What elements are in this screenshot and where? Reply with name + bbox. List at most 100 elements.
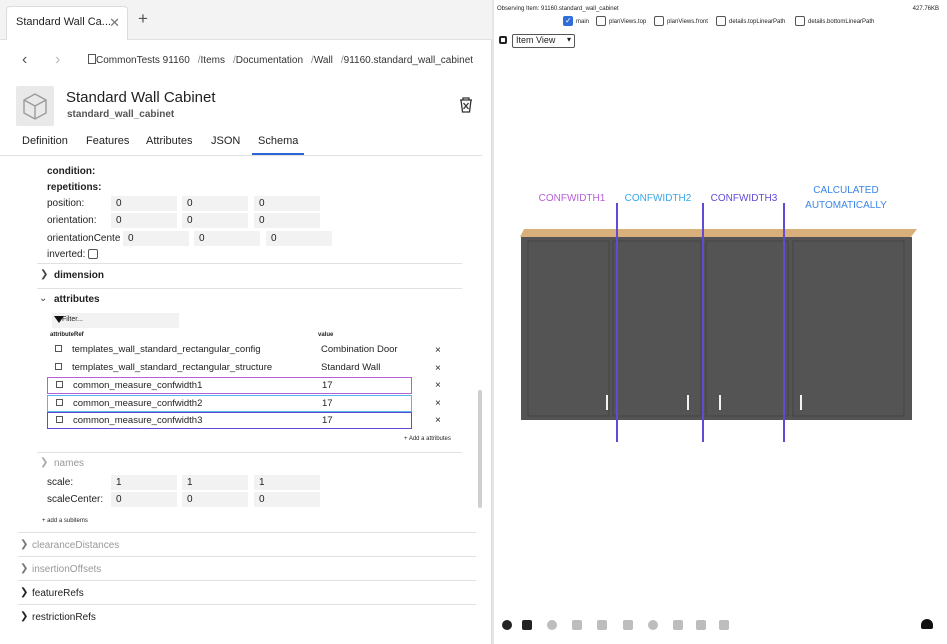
- attribute-row[interactable]: common_measure_confwidth1 17: [47, 377, 412, 394]
- camera-icon[interactable]: [499, 36, 507, 44]
- breadcrumb-item-current: 91160.standard_wall_cabinet: [343, 55, 474, 66]
- attribute-value[interactable]: 17: [322, 398, 333, 409]
- remove-attribute-icon[interactable]: ×: [435, 398, 441, 409]
- position-z-field[interactable]: 0: [254, 196, 320, 211]
- orientation-center-x-field[interactable]: 0: [123, 231, 189, 246]
- names-label[interactable]: names: [54, 458, 84, 469]
- section-restriction-refs[interactable]: ❯ restrictionRefs: [18, 604, 476, 628]
- scale-center-y-field[interactable]: 0: [182, 492, 248, 507]
- attribute-row[interactable]: templates_wall_standard_rectangular_stru…: [47, 360, 412, 377]
- grid-icon[interactable]: [522, 620, 532, 630]
- breadcrumb-item-wall[interactable]: Wall: [314, 55, 333, 66]
- section-insertion-offsets[interactable]: ❯ insertionOffsets: [18, 556, 476, 580]
- dimension-label[interactable]: dimension: [54, 270, 104, 281]
- attribute-value[interactable]: 17: [322, 415, 333, 426]
- orientation-center-z-field[interactable]: 0: [266, 231, 332, 246]
- chevron-right-icon: ❯: [20, 563, 29, 574]
- attributes-label[interactable]: attributes: [54, 294, 100, 305]
- external-link-icon[interactable]: [55, 345, 62, 352]
- breadcrumb-item-project[interactable]: CommonTests 91160: [96, 55, 190, 66]
- anchor-icon[interactable]: [696, 620, 706, 630]
- position-y-field[interactable]: 0: [182, 196, 248, 211]
- tab-schema[interactable]: Schema: [252, 135, 305, 155]
- section-tabs: Definition Features Attributes JSON Sche…: [0, 130, 482, 156]
- palette-icon[interactable]: [502, 620, 512, 630]
- position-x-field[interactable]: 0: [111, 196, 177, 211]
- cloud-download-icon[interactable]: [921, 619, 933, 629]
- chevron-right-icon[interactable]: ❯: [40, 269, 48, 280]
- external-link-icon[interactable]: [56, 416, 63, 423]
- external-link-icon[interactable]: [56, 381, 63, 388]
- checkbox[interactable]: [654, 16, 664, 26]
- remove-attribute-icon[interactable]: ×: [435, 415, 441, 426]
- orientation-x-field[interactable]: 0: [111, 213, 177, 228]
- dots-icon[interactable]: [673, 620, 683, 630]
- scale-center-z-field[interactable]: 0: [254, 492, 320, 507]
- checkbox[interactable]: [795, 16, 805, 26]
- new-tab-icon[interactable]: +: [138, 9, 148, 29]
- column-header-attribute-ref: attributeRef: [50, 332, 84, 338]
- remove-attribute-icon[interactable]: ×: [435, 380, 441, 391]
- chevron-right-icon[interactable]: ❯: [40, 457, 48, 468]
- attribute-row[interactable]: common_measure_confwidth3 17: [47, 412, 412, 429]
- view-toggle-top-linear-path[interactable]: details.topLinearPath: [716, 16, 785, 28]
- attribute-row[interactable]: templates_wall_standard_rectangular_conf…: [47, 342, 412, 359]
- document-icon: [88, 54, 96, 64]
- scrollbar[interactable]: [478, 390, 482, 508]
- scale-z-field[interactable]: 1: [254, 475, 320, 490]
- checkbox[interactable]: [716, 16, 726, 26]
- external-link-icon[interactable]: [55, 362, 62, 370]
- brush-icon[interactable]: [597, 620, 607, 630]
- image-icon[interactable]: [719, 620, 729, 630]
- view-toggle-plan-top[interactable]: planViews.top: [596, 16, 646, 28]
- scale-y-field[interactable]: 1: [182, 475, 248, 490]
- compass-icon[interactable]: [547, 620, 557, 630]
- target-icon[interactable]: [648, 620, 658, 630]
- remove-attribute-icon[interactable]: ×: [435, 363, 441, 374]
- delete-icon[interactable]: [457, 96, 475, 119]
- cabinet-handle: [606, 395, 608, 410]
- external-link-icon[interactable]: [56, 398, 63, 406]
- inverted-checkbox[interactable]: [88, 249, 99, 259]
- 3d-viewport[interactable]: CONFWIDTH1 CONFWIDTH2 CONFWIDTH3 CALCULA…: [494, 180, 947, 445]
- close-icon[interactable]: ✕: [109, 15, 120, 31]
- attribute-value[interactable]: Combination Door: [321, 344, 398, 355]
- back-arrow-icon[interactable]: ‹: [22, 51, 27, 69]
- cube-icon[interactable]: [572, 620, 582, 630]
- document-tab[interactable]: Standard Wall Ca... ✕: [6, 6, 128, 40]
- breadcrumb-item-documentation[interactable]: Documentation: [236, 55, 303, 66]
- checkbox[interactable]: [596, 16, 606, 26]
- crop-icon[interactable]: [623, 620, 633, 630]
- orientation-center-y-field[interactable]: 0: [194, 231, 260, 246]
- tab-json[interactable]: JSON: [211, 135, 240, 147]
- attribute-row[interactable]: common_measure_confwidth2 17: [47, 394, 412, 412]
- view-label: planViews.front: [667, 19, 708, 25]
- chevron-down-icon[interactable]: ⌄: [39, 293, 47, 304]
- view-toggle-main[interactable]: main: [563, 16, 589, 28]
- tab-attributes[interactable]: Attributes: [146, 135, 192, 147]
- orientation-z-field[interactable]: 0: [254, 213, 320, 228]
- view-select[interactable]: Item View ▾: [512, 34, 575, 48]
- scale-center-x-field[interactable]: 0: [111, 492, 177, 507]
- file-size: 427.76KB: [912, 6, 939, 12]
- schema-tree: condition: repetitions: position: 0 0 0 …: [32, 160, 482, 510]
- cabinet-body: [521, 237, 912, 420]
- remove-attribute-icon[interactable]: ×: [435, 345, 441, 356]
- add-attributes-button[interactable]: + Add a attributes: [404, 436, 451, 442]
- filter-input[interactable]: Filter...: [52, 313, 179, 328]
- section-clearance-distances[interactable]: ❯ clearanceDistances: [18, 532, 476, 556]
- attribute-value[interactable]: Standard Wall: [321, 362, 380, 373]
- scale-x-field[interactable]: 1: [111, 475, 177, 490]
- checkbox[interactable]: [563, 16, 573, 26]
- orientation-y-field[interactable]: 0: [182, 213, 248, 228]
- orientation-label: orientation:: [47, 215, 97, 226]
- breadcrumb-item-items[interactable]: Items: [201, 55, 225, 66]
- forward-arrow-icon[interactable]: ›: [55, 51, 60, 69]
- attribute-value[interactable]: 17: [322, 380, 333, 391]
- tab-features[interactable]: Features: [86, 135, 129, 147]
- section-feature-refs[interactable]: ❯ featureRefs: [18, 580, 476, 604]
- tab-definition[interactable]: Definition: [22, 135, 68, 147]
- add-subitems-button[interactable]: + add a subitems: [42, 518, 88, 524]
- view-toggle-bottom-linear-path[interactable]: details.bottomLinearPath: [795, 16, 874, 28]
- view-toggle-plan-front[interactable]: planViews.front: [654, 16, 708, 28]
